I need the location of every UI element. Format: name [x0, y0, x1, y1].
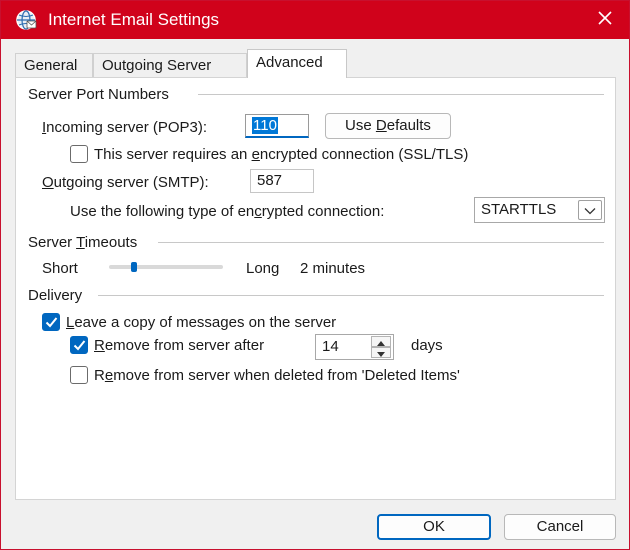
outlook-globe-icon — [15, 9, 37, 31]
remove-after-label: Remove from server after — [94, 337, 265, 354]
tab-general[interactable]: General — [15, 53, 93, 77]
leave-copy-label: Leave a copy of messages on the server — [66, 314, 337, 331]
ssl-checkbox-label: This server requires an encrypted connec… — [94, 146, 469, 163]
title-bar[interactable]: Internet Email Settings — [1, 1, 629, 39]
incoming-port-input[interactable]: 110 — [245, 114, 309, 138]
triangle-down-icon — [377, 344, 385, 361]
outgoing-port-input[interactable]: 587 — [250, 169, 314, 193]
encryption-dropdown-button[interactable] — [578, 200, 602, 220]
encryption-type-label: Use the following type of encrypted conn… — [70, 203, 385, 220]
group-label-server-port-numbers: Server Port Numbers — [28, 86, 169, 103]
ok-button[interactable]: OK — [377, 514, 491, 540]
group-label-server-timeouts: Server Timeouts — [28, 234, 138, 251]
group-divider — [158, 242, 604, 243]
remove-deleted-label: Remove from server when deleted from 'De… — [94, 367, 460, 384]
checkmark-icon — [45, 317, 58, 328]
group-label-delivery: Delivery — [28, 287, 83, 304]
days-label: days — [411, 337, 443, 354]
ssl-checkbox[interactable] — [70, 145, 88, 163]
days-decrement-button[interactable] — [371, 347, 391, 358]
days-stepper[interactable]: 14 — [315, 334, 394, 360]
group-divider — [98, 295, 604, 296]
timeout-value: 2 minutes — [300, 260, 366, 277]
encryption-type-select[interactable]: STARTTLS — [474, 197, 605, 223]
close-icon — [597, 10, 613, 30]
days-stepper-arrows — [371, 336, 391, 358]
remove-deleted-checkbox[interactable] — [70, 366, 88, 384]
close-button[interactable] — [591, 6, 619, 34]
advanced-tab-panel: Server Port Numbers Incoming server (POP… — [15, 77, 616, 500]
leave-copy-checkbox[interactable] — [42, 313, 60, 331]
incoming-server-label: Incoming server (POP3): — [42, 119, 208, 136]
outgoing-server-label: Outgoing server (SMTP): — [42, 174, 209, 191]
window-title: Internet Email Settings — [48, 10, 220, 29]
timeout-slider-thumb[interactable] — [130, 262, 137, 272]
timeout-short-label: Short — [42, 260, 78, 277]
checkmark-icon — [73, 340, 86, 351]
days-value: 14 — [322, 338, 339, 355]
timeout-long-label: Long — [246, 260, 280, 277]
group-divider — [198, 94, 604, 95]
tab-advanced[interactable]: Advanced — [247, 49, 347, 78]
encryption-type-value: STARTTLS — [481, 201, 557, 218]
chevron-down-icon — [584, 202, 596, 219]
cancel-button[interactable]: Cancel — [504, 514, 616, 540]
use-defaults-button[interactable]: Use Defaults — [325, 113, 451, 139]
remove-after-checkbox[interactable] — [70, 336, 88, 354]
internet-email-settings-dialog: Internet Email Settings General Outgoing… — [0, 0, 630, 550]
tab-outgoing-server[interactable]: Outgoing Server — [93, 53, 247, 77]
timeout-slider-track[interactable] — [109, 265, 223, 269]
